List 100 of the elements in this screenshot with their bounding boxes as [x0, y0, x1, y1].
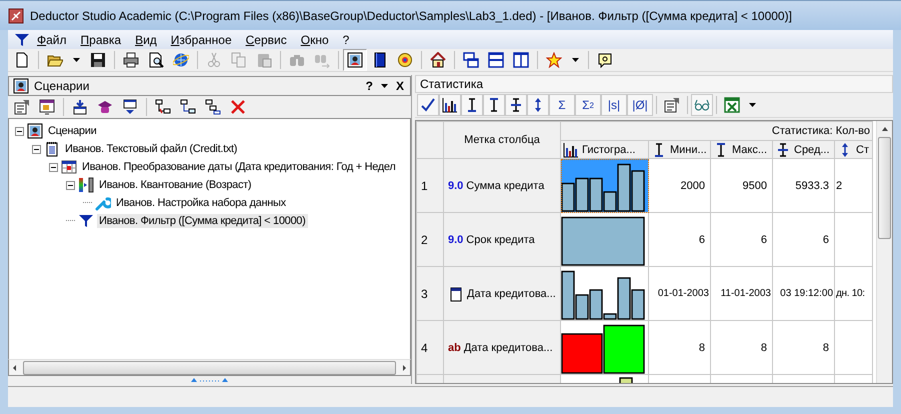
expand-toggle[interactable] [49, 162, 58, 172]
toolbar-button[interactable]: |Ø| [627, 94, 653, 116]
toolbar-button[interactable]: |s| [601, 94, 627, 116]
tile-horizontal-icon[interactable] [488, 52, 504, 68]
framed-figure-icon[interactable] [347, 52, 363, 68]
column-header[interactable]: Метка столбца [444, 122, 560, 158]
notepad-icon [44, 141, 60, 157]
table-cell: 6 [648, 212, 710, 266]
field-label: Дата кредитова... [467, 288, 556, 300]
histogram-bar [619, 377, 633, 383]
tree-item[interactable]: Иванов. Фильтр ([Сумма кредита] < 10000) [97, 214, 308, 228]
vertical-scrollbar[interactable] [876, 121, 892, 383]
help-button[interactable]: ? [364, 79, 375, 93]
type-label: 9.0 [448, 234, 464, 246]
tree-item[interactable]: Иванов. Преобразование даты (Дата кредитования: Год + Недел [80, 160, 398, 174]
scroll-left-icon[interactable] [13, 364, 17, 372]
tree-item[interactable]: Сценарии [46, 124, 98, 138]
column-header[interactable]: Сред... [772, 140, 834, 158]
calendar-icon [448, 286, 464, 302]
type-label: ab [448, 342, 461, 354]
checkmark-icon[interactable] [420, 97, 436, 113]
node-stack-icon[interactable] [205, 99, 221, 115]
table-cell: 8 [648, 320, 710, 374]
tree-item[interactable]: Иванов. Квантование (Возраст) [97, 178, 254, 192]
clipboard-icon[interactable] [256, 52, 272, 68]
table-cell: 9500 [710, 158, 772, 212]
toolbar-button[interactable]: Σ$^{2}$ [575, 94, 601, 116]
cascade-windows-icon[interactable] [463, 52, 479, 68]
panel-title: Сценарии [34, 79, 90, 93]
row-number: 1 [416, 158, 444, 212]
row-number: 4 [416, 320, 444, 374]
menu-item[interactable]: Вид [128, 32, 164, 46]
row-number: 3 [416, 266, 444, 320]
horizontal-scrollbar[interactable] [8, 359, 411, 376]
tree-item[interactable]: Иванов. Текстовый файл (Credit.txt) [63, 142, 240, 156]
column-header[interactable]: Макс... [710, 140, 772, 158]
table-cell: 6 [772, 212, 834, 266]
help-icon[interactable] [597, 52, 613, 68]
export-icon[interactable] [122, 99, 138, 115]
graduation-cap-icon[interactable] [97, 99, 113, 115]
import-icon[interactable] [72, 99, 88, 115]
menu-item[interactable]: Окно [294, 32, 336, 46]
type-label: 9.0 [448, 180, 464, 192]
delete-icon[interactable] [230, 99, 246, 115]
properties-icon[interactable] [14, 99, 30, 115]
printer-icon[interactable] [123, 52, 139, 68]
table-cell: 8 [710, 320, 772, 374]
spreadsheet-icon[interactable] [724, 97, 740, 113]
splitter-grip[interactable] [190, 376, 230, 383]
column-label: Гистогра... [582, 144, 636, 156]
globe-icon[interactable] [173, 52, 189, 68]
scroll-up-icon[interactable] [880, 126, 888, 132]
new-file-icon[interactable] [14, 52, 30, 68]
table-cell: 03 19:12:00 [772, 266, 834, 320]
menu-item[interactable]: Правка [74, 32, 128, 46]
header-cell [416, 122, 444, 158]
star-icon[interactable] [546, 52, 562, 68]
menu-item[interactable]: Сервис [238, 32, 294, 46]
mean-bar-icon[interactable] [508, 97, 524, 113]
glasses-icon[interactable] [694, 97, 710, 113]
tile-vertical-icon[interactable] [513, 52, 529, 68]
column-header[interactable]: Мини... [648, 140, 710, 158]
scroll-thumb[interactable] [23, 360, 396, 374]
node-tree-icon[interactable] [155, 99, 171, 115]
scroll-right-icon[interactable] [402, 364, 406, 372]
table-cell: 11-01-2003 [710, 266, 772, 320]
save-icon[interactable] [90, 52, 106, 68]
expand-toggle[interactable] [66, 180, 75, 190]
disc-icon[interactable] [397, 52, 413, 68]
properties-icon[interactable] [664, 97, 680, 113]
bar-chart-icon[interactable] [442, 97, 458, 113]
close-button[interactable]: X [394, 79, 406, 93]
scroll-thumb[interactable] [878, 137, 891, 239]
menu-item[interactable]: Избранное [164, 32, 239, 46]
book-icon[interactable] [372, 52, 388, 68]
table-cell: 5933.3 [772, 158, 834, 212]
color-bars-icon [78, 177, 94, 193]
app-icon[interactable] [8, 8, 24, 24]
toolbar-button[interactable]: Σ [549, 94, 575, 116]
bar-chart-icon [563, 142, 579, 158]
menu-item[interactable]: ? [336, 32, 356, 46]
calendar-grid-icon [61, 159, 77, 175]
column-label: Макс... [732, 144, 768, 156]
table-cell: 01-01-2003 [648, 266, 710, 320]
window-chart-icon[interactable] [39, 99, 55, 115]
home-icon[interactable] [430, 52, 446, 68]
column-header[interactable]: Гистогра... [560, 140, 648, 158]
table-cell: 2000 [648, 158, 710, 212]
node-link-icon[interactable] [180, 99, 196, 115]
field-label: Сумма кредита [466, 180, 544, 192]
group-header: Статистика: Кол-во [560, 122, 872, 140]
column-header[interactable]: Ст [834, 140, 872, 158]
print-preview-icon[interactable] [148, 52, 164, 68]
expand-toggle[interactable] [15, 126, 24, 136]
panel-title: Статистика [415, 75, 893, 93]
expand-toggle[interactable] [32, 144, 41, 154]
field-label: Срок кредита [466, 234, 535, 246]
mean-bar-icon [775, 142, 791, 158]
tree-item[interactable]: Иванов. Настройка набора данных [114, 196, 288, 210]
menu-item[interactable]: Файл [30, 32, 74, 46]
